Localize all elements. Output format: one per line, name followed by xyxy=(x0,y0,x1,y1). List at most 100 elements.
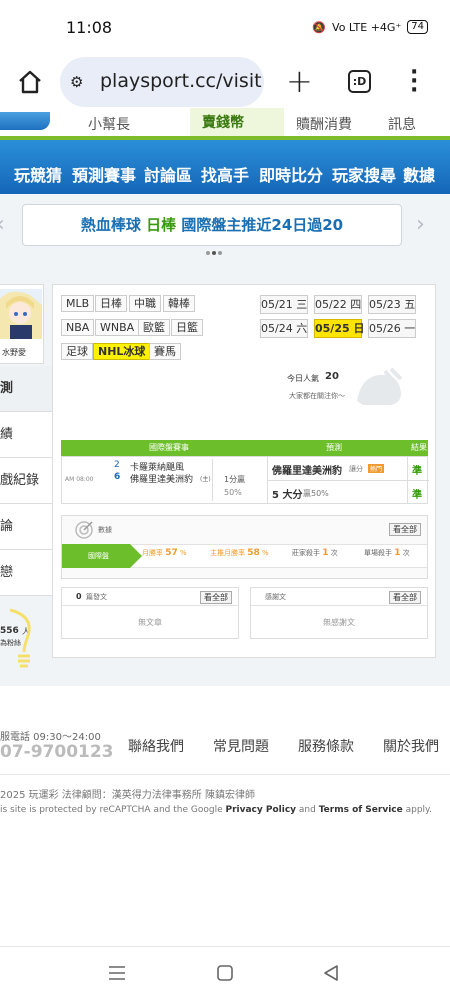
site-top-strip: 小幫長 賣錢幣 贖酬消費 訊息 xyxy=(0,108,450,138)
sport-tag-nba[interactable]: NBA xyxy=(61,319,95,336)
footer-link-about[interactable]: 關於我們 xyxy=(383,736,439,756)
side-menu: 測 績 戲紀錄 論 戀 xyxy=(0,366,52,596)
handicap-pct: 50% xyxy=(224,488,242,497)
date-btn-0526[interactable]: 05/26 一 xyxy=(368,319,416,338)
pick-spread[interactable]: 佛羅里達美洲豹 xyxy=(272,462,342,477)
recents-icon[interactable] xyxy=(108,965,126,981)
home-nav-icon[interactable] xyxy=(216,964,234,982)
sport-tag-wnba[interactable]: WNBA xyxy=(95,319,140,336)
date-btn-0522[interactable]: 05/22 四 xyxy=(314,295,362,314)
banner-text-1: 熱血棒球 xyxy=(80,216,141,234)
date-btn-0521[interactable]: 05/21 三 xyxy=(260,295,308,314)
status-icons: 🔕 Vo LTE +4G⁺ 74 xyxy=(312,20,428,34)
home-icon[interactable] xyxy=(16,68,44,96)
sport-tag-npb[interactable]: 日棒 xyxy=(95,295,127,312)
new-tab-icon[interactable]: + xyxy=(286,62,313,100)
top-link-coins[interactable]: 賣錢幣 xyxy=(202,112,244,132)
target-icon xyxy=(75,521,93,539)
coin-tab[interactable]: 賣錢幣 xyxy=(190,108,284,136)
top-link-rewards[interactable]: 贖酬消費 xyxy=(296,114,352,134)
mascot-icon xyxy=(357,367,403,405)
top-link-helper[interactable]: 小幫長 xyxy=(88,114,130,134)
chevron-left-icon[interactable]: ‹ xyxy=(0,212,5,237)
tab-international[interactable]: 國際盤 xyxy=(62,544,142,568)
tab-switcher-icon[interactable]: :D xyxy=(348,70,371,93)
date-btn-0523[interactable]: 05/23 五 xyxy=(368,295,416,314)
stat-single-killer: 單場殺手 1 次 xyxy=(364,548,410,558)
back-icon[interactable] xyxy=(322,964,340,982)
captcha-notice: is site is protected by reCAPTCHA and th… xyxy=(0,805,432,815)
battery-icon: 74 xyxy=(407,20,428,34)
address-bar[interactable]: ⚙ playsport.cc/visit xyxy=(60,57,264,107)
result-total: 準 xyxy=(412,490,422,501)
posts-count: 0 xyxy=(76,592,82,601)
carousel-dots xyxy=(206,251,222,255)
side-item-predict[interactable]: 測 xyxy=(0,366,52,412)
sport-tag-kbo[interactable]: 韓棒 xyxy=(163,295,195,312)
thanks-panel: 感謝文 看全部 無感謝文 xyxy=(250,587,428,639)
site-footer: 服電話 09:30～24:00 07-9700123 聯絡我們 常見問題 服務條… xyxy=(0,686,450,946)
stats-view-all-button[interactable]: 看全部 xyxy=(389,523,421,536)
url-text[interactable]: playsport.cc/visit xyxy=(100,70,262,92)
promo-banner[interactable]: 熱血棒球 日棒 國際盤主推近24日過20 xyxy=(22,204,402,246)
nav-item-live-score[interactable]: 即時比分 xyxy=(259,162,323,186)
nav-item-forum[interactable]: 討論區 xyxy=(144,162,192,186)
lightbulb-icon xyxy=(9,608,31,668)
game-time: AM 08:00 xyxy=(65,476,94,483)
profile-content: 水野愛 測 績 戲紀錄 論 戀 556 人 為粉絲 MLB 日棒 中職 韓棒 N… xyxy=(0,266,450,686)
nav-item-play[interactable]: 玩競猜 xyxy=(14,162,62,186)
sport-tag-soccer[interactable]: 足球 xyxy=(61,343,93,360)
sport-tag-euro-basket[interactable]: 歐籃 xyxy=(138,319,170,336)
hotline-label: 服電話 09:30～24:00 xyxy=(0,732,101,743)
team-home[interactable]: 佛羅里達美洲豹 xyxy=(130,472,193,485)
prediction-card: MLB 日棒 中職 韓棒 NBA WNBA 歐籃 日籃 足球 NHL冰球 賽馬 … xyxy=(52,284,436,658)
more-menu-icon[interactable]: · · · xyxy=(410,62,418,102)
bell-off-icon: 🔕 xyxy=(312,20,327,34)
site-settings-icon[interactable]: ⚙ xyxy=(70,73,83,91)
hotline-number[interactable]: 07-9700123 xyxy=(0,742,114,762)
privacy-policy-link[interactable]: Privacy Policy xyxy=(225,805,296,815)
result-spread: 準 xyxy=(412,466,422,477)
nav-item-experts[interactable]: 找高手 xyxy=(201,162,249,186)
nav-item-player-search[interactable]: 玩家搜尋 xyxy=(332,162,396,186)
site-logo[interactable] xyxy=(0,112,50,130)
sport-tag-cpbl[interactable]: 中職 xyxy=(129,295,161,312)
main-nav: 玩競猜 預測賽事 討論區 找高手 即時比分 玩家搜尋 數據 xyxy=(0,140,450,194)
nav-item-data[interactable]: 數據 xyxy=(403,162,435,186)
side-item-fans[interactable]: 戀 xyxy=(0,550,52,596)
date-btn-0524[interactable]: 05/24 六 xyxy=(260,319,308,338)
sport-tag-horse[interactable]: 賽馬 xyxy=(149,343,181,360)
footer-link-faq[interactable]: 常見問題 xyxy=(213,736,269,756)
signal-icon: Vo LTE +4G⁺ xyxy=(332,20,402,34)
footer-link-contact[interactable]: 聯絡我們 xyxy=(128,736,184,756)
status-bar: 11:08 🔕 Vo LTE +4G⁺ 74 xyxy=(0,0,450,56)
game-table-row: AM 08:00 2 卡羅萊納颶風 6 佛羅里達美洲豹 (主) 1分贏 50% … xyxy=(61,456,429,504)
side-item-record[interactable]: 績 xyxy=(0,412,52,458)
avatar[interactable] xyxy=(0,289,42,339)
stat-main-win: 主推月勝率 58 % xyxy=(210,548,269,558)
posts-view-all-button[interactable]: 看全部 xyxy=(200,591,232,604)
stat-monthly-win: 月勝率 57 % xyxy=(142,548,187,558)
sport-tag-jp-basket[interactable]: 日籃 xyxy=(171,319,203,336)
side-item-forum[interactable]: 論 xyxy=(0,504,52,550)
username[interactable]: 水野愛 xyxy=(2,347,26,358)
nav-item-predict[interactable]: 預測賽事 xyxy=(72,162,136,186)
side-item-game-log[interactable]: 戲紀錄 xyxy=(0,458,52,504)
hot-badge: 熱門 xyxy=(368,464,385,473)
terms-of-service-link[interactable]: Terms of Service xyxy=(319,805,403,815)
chevron-right-icon[interactable]: › xyxy=(416,212,425,237)
thanks-view-all-button[interactable]: 看全部 xyxy=(389,591,421,604)
system-nav-bar xyxy=(0,946,450,1000)
top-link-messages[interactable]: 訊息 xyxy=(388,114,416,134)
popularity-value: 20 xyxy=(325,371,339,382)
date-btn-0525[interactable]: 05/25 日 xyxy=(314,319,364,338)
user-card[interactable]: 水野愛 xyxy=(0,284,44,364)
sport-tag-mlb[interactable]: MLB xyxy=(61,295,95,312)
footer-link-terms[interactable]: 服務條款 xyxy=(298,736,354,756)
posts-panel: 0 篇發文 看全部 無文章 xyxy=(61,587,239,639)
status-time: 11:08 xyxy=(66,18,113,37)
pick-total[interactable]: 5 大分 xyxy=(272,486,302,501)
banner-text-3: 國際盤主推近24日過20 xyxy=(181,216,344,234)
sport-tag-nhl[interactable]: NHL冰球 xyxy=(93,343,151,360)
popularity-note: 大家都在關注你～ xyxy=(289,392,345,400)
